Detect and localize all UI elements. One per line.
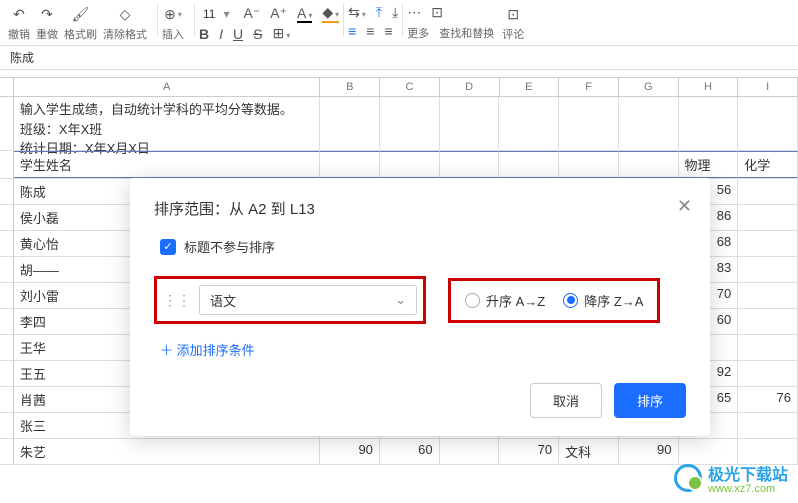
- col-header[interactable]: C: [380, 78, 440, 96]
- cell[interactable]: 文科: [559, 439, 619, 464]
- align-center-button[interactable]: ≡: [366, 23, 374, 39]
- col-header[interactable]: D: [440, 78, 500, 96]
- column-headers: A B C D E F G H I: [0, 78, 798, 97]
- ascending-radio[interactable]: 升序 A→Z: [465, 291, 545, 310]
- fontsize-dec[interactable]: A⁻: [244, 5, 261, 22]
- valign-bottom-button[interactable]: ⤓: [392, 4, 398, 21]
- insert-button[interactable]: ⊕插入: [162, 4, 184, 42]
- col-header[interactable]: F: [559, 78, 619, 96]
- sort-column-select[interactable]: 语文 ⌄: [199, 285, 417, 315]
- drag-handle-icon[interactable]: ⋮⋮: [163, 292, 191, 309]
- align-left-button[interactable]: ≡: [348, 23, 356, 39]
- col-header[interactable]: H: [679, 78, 739, 96]
- col-header[interactable]: E: [500, 78, 560, 96]
- sort-button[interactable]: 排序: [614, 383, 686, 418]
- misc-icon[interactable]: ⋯: [407, 4, 421, 21]
- align-right-button[interactable]: ≡: [384, 23, 392, 39]
- cell[interactable]: 76: [738, 387, 798, 412]
- dialog-title: 排序范围：从 A2 到 L13: [154, 198, 686, 219]
- formula-bar[interactable]: [0, 70, 798, 78]
- font-color-button[interactable]: A: [297, 5, 312, 23]
- undo-button[interactable]: ↶撤销: [8, 4, 30, 42]
- clear-format-button[interactable]: ◇清除格式: [103, 4, 147, 42]
- toolbar: ↶撤销 ↷重做 🖌格式刷 ◇清除格式 ⊕插入 11▾ A⁻ A⁺ A ◆ B I…: [0, 0, 798, 46]
- col-header[interactable]: B: [320, 78, 380, 96]
- italic-button[interactable]: I: [219, 26, 223, 42]
- format-painter-button[interactable]: 🖌格式刷: [64, 4, 97, 42]
- redo-icon: ↷: [36, 4, 58, 24]
- underline-button[interactable]: U: [233, 26, 243, 42]
- cell[interactable]: 化学: [738, 151, 798, 178]
- sort-direction-group: 升序 A→Z 降序 Z→A: [448, 278, 660, 323]
- cell[interactable]: [738, 361, 798, 386]
- plus-icon: ⊕: [162, 4, 184, 24]
- more-button[interactable]: 更多: [407, 25, 429, 41]
- fontsize-inc[interactable]: A⁺: [270, 5, 287, 22]
- valign-top-button[interactable]: ⤒: [376, 4, 382, 21]
- cell[interactable]: 70: [499, 439, 559, 464]
- cell[interactable]: 物理: [679, 151, 739, 178]
- cell[interactable]: [738, 283, 798, 308]
- cell[interactable]: 朱艺: [14, 439, 320, 464]
- fill-color-button[interactable]: ◆: [322, 4, 339, 23]
- merge-button[interactable]: ⇆: [348, 4, 366, 21]
- col-header[interactable]: I: [738, 78, 798, 96]
- add-condition-button[interactable]: ＋ 添加排序条件: [160, 340, 686, 359]
- col-header[interactable]: A: [14, 78, 320, 96]
- cell[interactable]: [738, 413, 798, 438]
- table-header-row[interactable]: 学生姓名 物理 化学: [0, 151, 798, 179]
- chevron-down-icon: ⌄: [395, 292, 406, 308]
- cell[interactable]: 学生姓名: [14, 151, 320, 178]
- border-button[interactable]: ⊞: [272, 25, 290, 42]
- cancel-button[interactable]: 取消: [530, 383, 602, 418]
- cell[interactable]: [440, 439, 500, 464]
- undo-icon: ↶: [8, 4, 30, 24]
- logo-icon: [674, 464, 702, 492]
- redo-button[interactable]: ↷重做: [36, 4, 58, 42]
- header-exclude-checkbox[interactable]: ✓ 标题不参与排序: [160, 237, 686, 256]
- comment-icon: ⊡: [502, 4, 524, 24]
- cell[interactable]: [738, 205, 798, 230]
- cell[interactable]: [738, 257, 798, 282]
- find-replace-button[interactable]: 查找和替换: [439, 25, 494, 41]
- comment-button[interactable]: ⊡评论: [502, 4, 524, 42]
- sort-column-group: ⋮⋮ 语文 ⌄: [154, 276, 426, 324]
- name-box[interactable]: 陈成: [0, 46, 798, 70]
- bold-button[interactable]: B: [199, 26, 209, 42]
- col-header[interactable]: G: [619, 78, 679, 96]
- cell[interactable]: 输入学生成绩，自动统计学科的平均分等数据。 班级：X年X班 统计日期：X年X月X…: [14, 97, 320, 150]
- font-size-select[interactable]: 11▾: [199, 7, 234, 21]
- cell[interactable]: 90: [619, 439, 679, 464]
- cell[interactable]: [738, 309, 798, 334]
- eraser-icon: ◇: [114, 4, 136, 24]
- cell[interactable]: 60: [380, 439, 440, 464]
- cell[interactable]: [738, 179, 798, 204]
- check-icon: ✓: [160, 239, 176, 255]
- cell[interactable]: [738, 231, 798, 256]
- sort-dialog: 排序范围：从 A2 到 L13 ✕ ✓ 标题不参与排序 ⋮⋮ 语文 ⌄ 升序 A…: [130, 178, 710, 436]
- wrap-icon[interactable]: ⊡: [431, 4, 443, 21]
- watermark: 极光下载站 www.xz7.com: [674, 461, 788, 495]
- strike-button[interactable]: S: [253, 26, 262, 42]
- close-button[interactable]: ✕: [677, 196, 692, 217]
- table-row[interactable]: 输入学生成绩，自动统计学科的平均分等数据。 班级：X年X班 统计日期：X年X月X…: [0, 97, 798, 151]
- cell[interactable]: 90: [320, 439, 380, 464]
- brush-icon: 🖌: [70, 4, 92, 24]
- descending-radio[interactable]: 降序 Z→A: [563, 291, 643, 310]
- cell[interactable]: [738, 335, 798, 360]
